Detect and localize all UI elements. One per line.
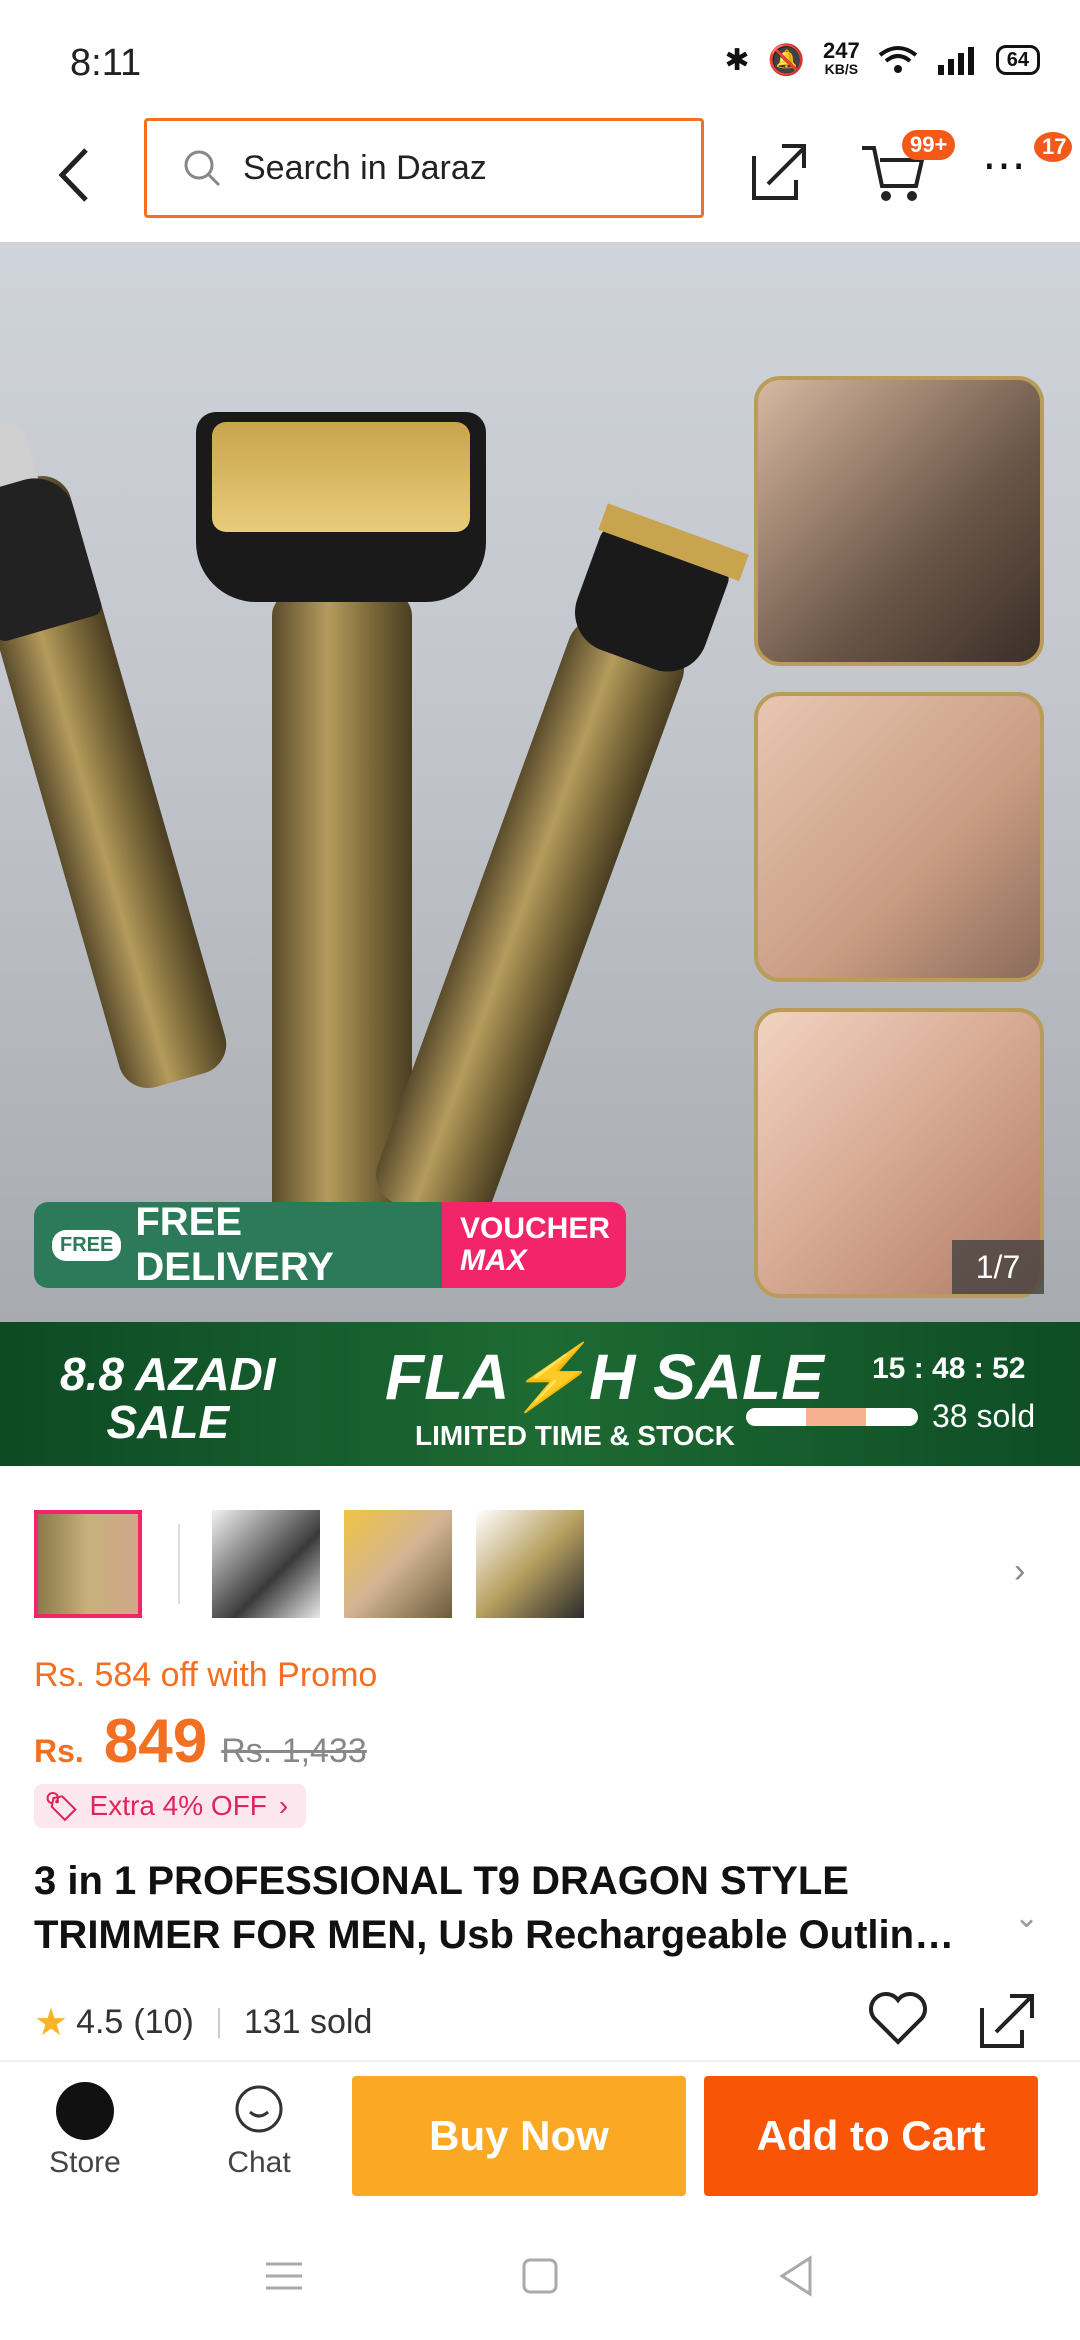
image-counter: 1/7 [952,1240,1044,1294]
cart-count-badge: 99+ [902,130,956,160]
flash-sale-title: FLA⚡H SALE [385,1341,824,1413]
back-icon[interactable] [776,2254,816,2298]
voucher-icon: 🏷 [44,1790,80,1822]
flash-sale-sold-count: 38 sold [932,1398,1036,1434]
extra-discount-label: Extra 4% OFF [89,1790,267,1821]
flash-sale-progress-bar [746,1408,918,1426]
thumbnail-divider [178,1524,180,1604]
network-speed: 247 KB/S [823,38,860,78]
flash-sale-banner[interactable]: 8.8 AZADI SALE FLA⚡H SALE LIMITED TIME &… [0,1322,1080,1466]
delivery-truck-icon: FREE [52,1229,122,1261]
status-bar: 8:11 ✱ 🔕 247 KB/S 64 [0,0,1080,120]
chevron-right-icon: › [278,1790,289,1821]
store-logo-icon [56,2082,114,2140]
original-price: Rs. 1,433 [221,1732,367,1770]
mute-icon: 🔕 [767,43,806,77]
t-blade-trimmer-image [367,503,749,1234]
search-box[interactable]: Search in Daraz [144,118,704,218]
search-placeholder: Search in Daraz [243,148,487,187]
price-row: Rs. 849 Rs. 1,433 [34,1706,367,1777]
home-icon[interactable] [520,2256,560,2296]
back-arrow-icon[interactable] [48,140,108,210]
thumbnail-2[interactable] [212,1510,320,1618]
system-navigation-bar [0,2210,1080,2340]
voucher-label: VOUCHER [460,1212,611,1245]
add-to-cart-button[interactable]: Add to Cart [704,2076,1038,2196]
thumbnail-4[interactable] [476,1510,584,1618]
chevron-down-icon[interactable]: ⌄ [1014,1900,1039,1935]
extra-discount-chip[interactable]: 🏷 Extra 4% OFF › [34,1784,307,1828]
signal-icon [937,47,974,75]
voucher-max-label: MAX [460,1244,527,1277]
chevron-right-icon[interactable]: › [1014,1552,1025,1591]
beard-trim-photo [754,376,1044,666]
menu-icon[interactable] [262,2258,306,2294]
chat-button[interactable]: Chat [194,2072,324,2180]
bluetooth-icon: ✱ [724,43,750,77]
status-icons: ✱ 🔕 247 KB/S 64 [724,38,1040,78]
divider [217,2007,220,2038]
rating-value: 4.5 [76,2003,124,2041]
flash-sale-subtitle: LIMITED TIME & STOCK [415,1420,735,1451]
review-count: (10) [133,2003,194,2041]
heart-icon[interactable] [866,1988,930,2048]
store-label: Store [49,2146,121,2179]
battery-icon: 64 [995,45,1040,75]
currency-label: Rs. [34,1733,84,1769]
azadi-sale-label: 8.8 AZADI SALE [60,1348,276,1448]
image-thumbnail-strip [34,1508,608,1620]
wifi-icon [878,46,917,73]
face-shave-photo [754,692,1044,982]
free-delivery-voucher-banner: FREE FREE DELIVERY VOUCHER MAX [34,1202,626,1288]
share-icon[interactable] [974,1990,1038,2050]
sold-count: 131 sold [243,2003,373,2041]
flash-sale-timer: 15 : 48 : 52 [872,1352,1026,1385]
product-image-carousel[interactable]: FREE FREE DELIVERY VOUCHER MAX 1/7 [0,242,1080,1322]
nose-trimmer-image [0,418,234,1096]
store-button[interactable]: Store [20,2072,150,2180]
top-bar: Search in Daraz 99+ ⋯ 17 [0,118,1080,242]
thumbnail-1[interactable] [34,1510,142,1618]
promo-text: Rs. 584 off with Promo [34,1656,378,1694]
status-time: 8:11 [70,42,142,84]
search-icon [184,150,221,187]
chat-label: Chat [227,2146,291,2179]
star-icon: ★ [34,2002,69,2044]
rating-row[interactable]: ★ 4.5 (10) 131 sold [34,2000,372,2045]
buy-now-button[interactable]: Buy Now [352,2076,686,2196]
bottom-action-bar: Store Chat Buy Now Add to Cart [0,2060,1080,2212]
free-delivery-label: FREE DELIVERY [135,1202,334,1288]
message-badge: 17 [1034,132,1072,162]
chat-icon [235,2085,283,2133]
current-price: 849 [103,1707,208,1776]
product-title[interactable]: 3 in 1 PROFESSIONAL T9 DRAGON STYLE TRIM… [34,1854,994,1962]
thumbnail-3[interactable] [344,1510,452,1618]
share-icon[interactable] [744,136,814,206]
